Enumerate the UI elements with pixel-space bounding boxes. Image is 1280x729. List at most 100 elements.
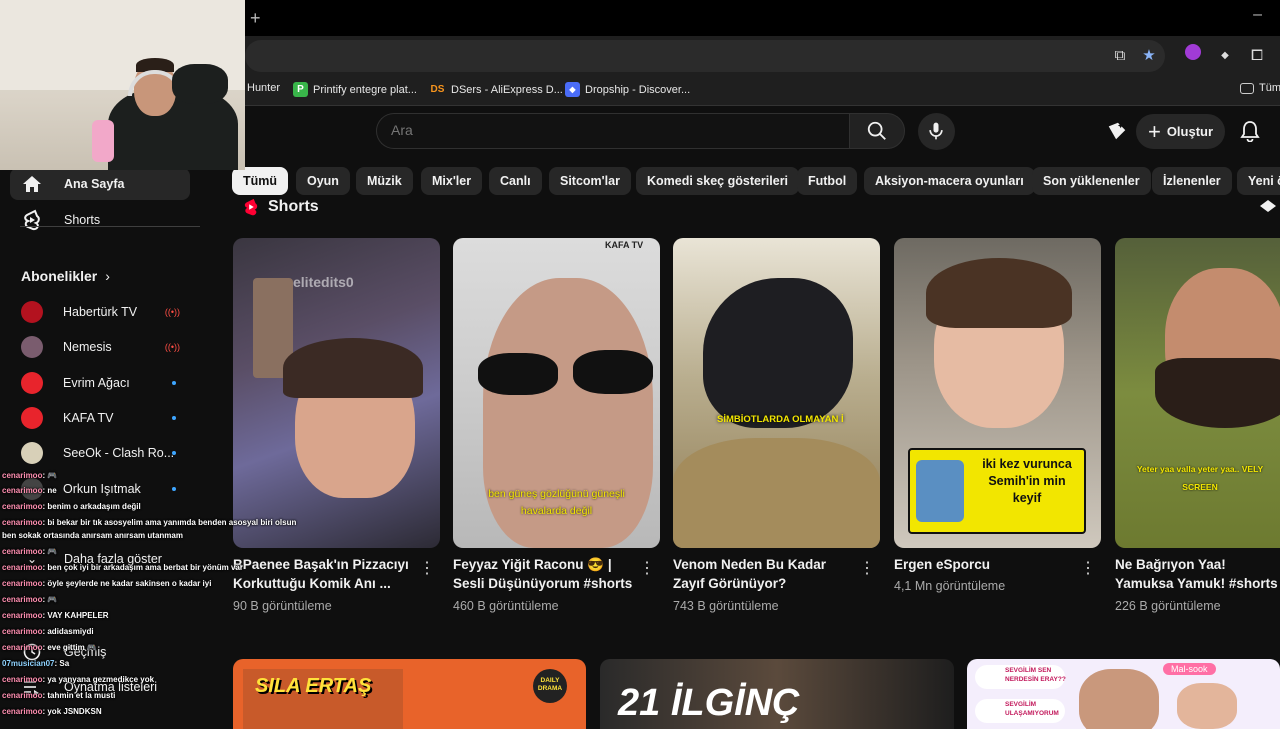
- more-options-icon[interactable]: ⋮: [859, 560, 875, 578]
- create-button[interactable]: + Oluştur: [1136, 114, 1225, 149]
- bookmark-dropship[interactable]: ◆ Dropship - Discover...: [565, 82, 690, 97]
- more-options-icon[interactable]: ⋮: [419, 560, 435, 578]
- chip-live[interactable]: Canlı: [489, 167, 542, 195]
- new-content-dot: [172, 451, 176, 455]
- bookmark-dsers[interactable]: DS DSers - AliExpress D...: [429, 82, 563, 97]
- sidebar-channel-kafa-tv[interactable]: KAFA TV: [10, 402, 190, 434]
- sidebar-item-shorts[interactable]: Shorts: [10, 204, 190, 236]
- bookmark-folder-all[interactable]: Tüm: [1240, 82, 1280, 94]
- meme-caption: iki kez vurunca Semih'in min keyif: [982, 457, 1072, 505]
- extension-icon[interactable]: [1181, 44, 1205, 68]
- more-options-icon[interactable]: ⋮: [639, 560, 655, 578]
- chip-mixes[interactable]: Mix'ler: [421, 167, 483, 195]
- sidebar-channel-seeok[interactable]: SeeOk - Clash Ro...: [10, 437, 190, 469]
- video-thumbnail[interactable]: SILA ERTAŞ DAILY DRAMA: [233, 659, 586, 729]
- short-title[interactable]: Venom Neden Bu Kadar Zayıf Görünüyor?: [673, 555, 853, 593]
- bookmark-printify[interactable]: P Printify entegre plat...: [293, 82, 417, 97]
- chat-bubble-text: SEVGİLİM SEN NERDESİN ERAY??: [1005, 667, 1066, 683]
- short-card[interactable]: KAFA TV ben güneş gözlüğünü güneşli hava…: [453, 238, 660, 613]
- short-card[interactable]: iki kez vurunca Semih'in min keyif Ergen…: [894, 238, 1101, 593]
- short-card[interactable]: elitedits0 BPaenee Başak'ın Pizzacıyı Ko…: [233, 238, 440, 613]
- chip-new[interactable]: Yeni ö: [1237, 167, 1280, 195]
- webcam-overlay: [0, 0, 245, 170]
- chip-gaming[interactable]: Oyun: [296, 167, 350, 195]
- chat-message: cenarimoo: yok JSNDKSN: [2, 707, 102, 716]
- meme-card: iki kez vurunca Semih'in min keyif: [908, 448, 1086, 534]
- chat-message: cenarimoo: tahmin et la musti: [2, 691, 116, 700]
- microphone-icon: [929, 122, 943, 140]
- notifications-bell-icon[interactable]: [1240, 120, 1260, 147]
- chip-watched[interactable]: İzlenenler: [1152, 167, 1232, 195]
- live-icon: ((•)): [164, 342, 180, 352]
- subtitle-caption: Yeter yaa valla yeter yaa.. VELY SCREEN: [1136, 464, 1264, 492]
- more-options-icon[interactable]: ⋮: [1080, 560, 1096, 578]
- subscriptions-header[interactable]: Abonelikler ›: [21, 268, 110, 284]
- window-minimize-button[interactable]: –: [1253, 6, 1262, 24]
- chip-sketch-comedy[interactable]: Komedi skeç gösterileri: [636, 167, 800, 195]
- short-views: 90 B görüntüleme: [233, 599, 332, 613]
- channel-badge: DAILY DRAMA: [533, 669, 567, 703]
- short-thumbnail[interactable]: iki kez vurunca Semih'in min keyif: [894, 238, 1101, 548]
- short-thumbnail[interactable]: SİMBİOTLARDA OLMAYAN İ: [673, 238, 880, 548]
- chip-sitcoms[interactable]: Sitcom'lar: [549, 167, 631, 195]
- short-title[interactable]: Ne Bağrıyon Yaa! Yamuksa Yamuk! #shorts: [1115, 555, 1280, 593]
- extension-diamond-icon[interactable]: ◆: [1213, 44, 1237, 68]
- sidebar-channel-haberturk[interactable]: Habertürk TV ((•)): [10, 296, 190, 328]
- chat-message: cenarimoo: öyle şeylerde ne kadar sakins…: [2, 579, 212, 588]
- search-button[interactable]: [849, 113, 905, 149]
- thumbnail-title: 21 İLGİNÇ: [618, 682, 800, 724]
- video-thumbnail[interactable]: SEVGİLİM SEN NERDESİN ERAY?? SEVGİLİM UL…: [967, 659, 1280, 729]
- chip-action-adventure[interactable]: Aksiyon-macera oyunları: [864, 167, 1035, 195]
- thumbnail-title: SILA ERTAŞ: [255, 675, 372, 697]
- sunglasses-right: [573, 350, 653, 394]
- chat-message: cenarimoo: adidasmiydi: [2, 627, 94, 636]
- short-thumbnail[interactable]: Yeter yaa valla yeter yaa.. VELY SCREEN: [1115, 238, 1280, 548]
- voice-search-button[interactable]: [918, 113, 955, 150]
- new-tab-button[interactable]: +: [250, 8, 261, 29]
- cannon-image: [916, 460, 964, 522]
- shorts-dismiss-icon[interactable]: [1258, 198, 1278, 214]
- short-title[interactable]: Feyyaz Yiğit Raconu 😎 | Sesli Düşünüyoru…: [453, 555, 633, 593]
- search-box[interactable]: [376, 113, 850, 149]
- chip-recently-uploaded[interactable]: Son yüklenenler: [1032, 167, 1151, 195]
- short-thumbnail[interactable]: KAFA TV ben güneş gözlüğünü güneşli hava…: [453, 238, 660, 548]
- short-title[interactable]: Ergen eSporcu: [894, 555, 1074, 574]
- bookmark-star-icon[interactable]: ★: [1137, 44, 1161, 68]
- sidebar-channel-nemesis[interactable]: Nemesis ((•)): [10, 331, 190, 363]
- dropship-icon: ◆: [565, 82, 580, 97]
- short-card[interactable]: Yeter yaa valla yeter yaa.. VELY SCREEN …: [1115, 238, 1280, 613]
- chat-bubble-text: SEVGİLİM ULAŞAMIYORUM: [1005, 701, 1059, 717]
- bookmark-hunter[interactable]: Hunter: [247, 82, 280, 94]
- beard: [1155, 358, 1280, 428]
- search-input[interactable]: [391, 122, 791, 138]
- live-icon: ((•)): [164, 307, 180, 317]
- new-content-dot: [172, 381, 176, 385]
- install-app-icon[interactable]: ⧉: [1108, 44, 1132, 68]
- sidebar-channel-evrim-agaci[interactable]: Evrim Ağacı: [10, 367, 190, 399]
- person-face: [1079, 669, 1159, 729]
- short-thumbnail[interactable]: elitedits0: [233, 238, 440, 548]
- chat-message: cenarimoo: 🎮: [2, 471, 58, 480]
- streamer-hair: [283, 338, 423, 398]
- short-title[interactable]: BPaenee Başak'ın Pizzacıyı Korkuttuğu Ko…: [233, 555, 413, 593]
- short-views: 743 B görüntüleme: [673, 599, 779, 613]
- shorts-logo-icon: [244, 198, 258, 216]
- video-thumbnail[interactable]: 21 İLGİNÇ: [600, 659, 954, 729]
- person-face: [1177, 683, 1237, 729]
- chip-football[interactable]: Futbol: [797, 167, 858, 195]
- chip-music[interactable]: Müzik: [356, 167, 413, 195]
- subtitle-caption: ben güneş gözlüğünü güneşli havalarda de…: [488, 488, 625, 517]
- short-card[interactable]: SİMBİOTLARDA OLMAYAN İ Venom Neden Bu Ka…: [673, 238, 880, 613]
- chat-message: cenarimoo: 🎮: [2, 595, 58, 604]
- overlay-caption: SİMBİOTLARDA OLMAYAN İ: [717, 414, 844, 425]
- chip-all[interactable]: Tümü: [232, 167, 289, 195]
- chat-message: cenarimoo: ben çok iyi bir arkadaşım ama…: [2, 563, 243, 572]
- sunglasses-left: [478, 353, 558, 395]
- extensions-puzzle-icon[interactable]: ⧠: [1245, 44, 1269, 68]
- address-bar[interactable]: [245, 40, 1165, 72]
- folder-icon: [1240, 82, 1254, 94]
- create-ai-icon[interactable]: [1106, 120, 1128, 147]
- home-icon: [20, 172, 44, 196]
- venom-figure: [703, 278, 853, 428]
- sidebar-item-home[interactable]: Ana Sayfa: [10, 168, 190, 200]
